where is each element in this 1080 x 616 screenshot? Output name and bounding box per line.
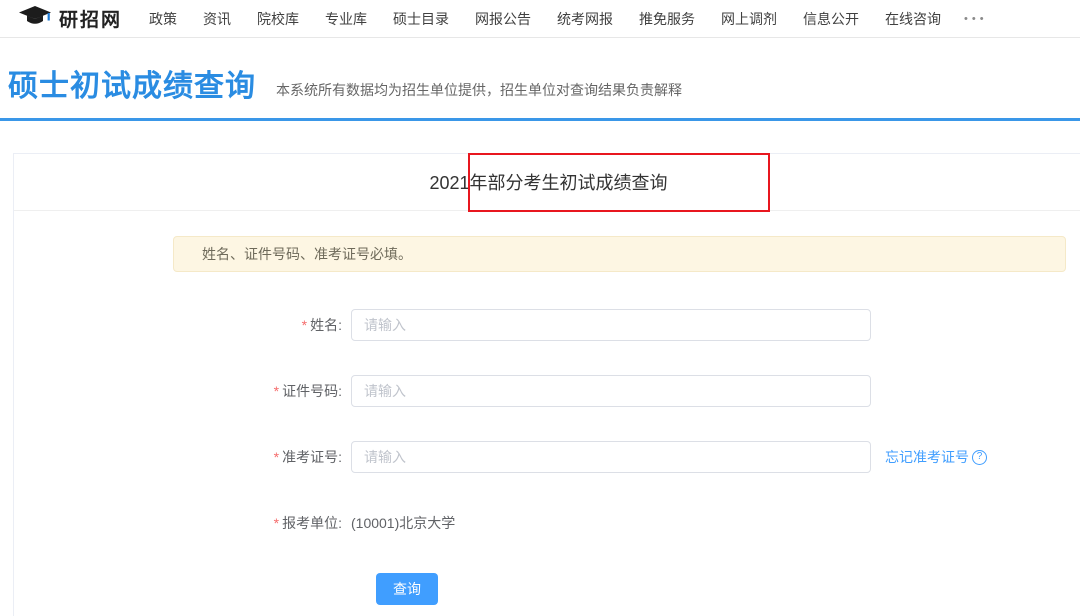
required-asterisk: * xyxy=(274,383,279,399)
nav-item-policy[interactable]: 政策 xyxy=(136,9,190,29)
form-row-ticket-number: *准考证号: 忘记准考证号? xyxy=(14,441,1080,473)
score-query-card: 2021年部分考生初试成绩查询 姓名、证件号码、准考证号必填。 *姓名: *证件… xyxy=(13,153,1080,616)
page-title: 硕士初试成绩查询 xyxy=(8,61,256,105)
form-row-id-number: *证件号码: xyxy=(14,375,1080,407)
name-input[interactable] xyxy=(351,309,871,341)
nav-item-master-catalog[interactable]: 硕士目录 xyxy=(380,9,462,29)
graduation-cap-icon xyxy=(18,5,52,32)
nav-item-unified-exam-registration[interactable]: 统考网报 xyxy=(544,9,626,29)
page-header: 硕士初试成绩查询 本系统所有数据均为招生单位提供，招生单位对查询结果负责解释 xyxy=(0,38,1080,118)
nav-item-more[interactable]: ••• xyxy=(954,13,998,25)
nav-menu: 政策 资讯 院校库 专业库 硕士目录 网报公告 统考网报 推免服务 网上调剂 信… xyxy=(136,9,998,29)
required-asterisk: * xyxy=(302,317,307,333)
form-row-target-institution: *报考单位: (10001)北京大学 xyxy=(14,507,1080,539)
nav-item-online-consult[interactable]: 在线咨询 xyxy=(872,9,954,29)
name-field-label: *姓名: xyxy=(14,315,351,335)
required-asterisk: * xyxy=(274,449,279,465)
nav-item-online-adjustment[interactable]: 网上调剂 xyxy=(708,9,790,29)
site-logo[interactable]: 研招网 xyxy=(18,5,122,32)
notice-banner: 姓名、证件号码、准考证号必填。 xyxy=(173,236,1066,272)
target-institution-field-label: *报考单位: xyxy=(14,513,351,533)
nav-item-report-notice[interactable]: 网报公告 xyxy=(462,9,544,29)
page-subtitle: 本系统所有数据均为招生单位提供，招生单位对查询结果负责解释 xyxy=(276,80,682,100)
nav-item-major-library[interactable]: 专业库 xyxy=(312,9,380,29)
id-number-field-label: *证件号码: xyxy=(14,381,351,401)
logo-text: 研招网 xyxy=(59,5,122,32)
query-button[interactable]: 查询 xyxy=(376,573,438,605)
forgot-ticket-link[interactable]: 忘记准考证号? xyxy=(885,447,987,467)
card-title: 2021年部分考生初试成绩查询 xyxy=(429,169,667,195)
form-row-name: *姓名: xyxy=(14,309,1080,341)
required-asterisk: * xyxy=(274,515,279,531)
blue-divider xyxy=(0,118,1080,121)
score-query-form: *姓名: *证件号码: *准考证号: 忘记准考证号? *报考单位: (10001… xyxy=(14,309,1080,605)
nav-item-info-disclosure[interactable]: 信息公开 xyxy=(790,9,872,29)
card-header: 2021年部分考生初试成绩查询 xyxy=(14,154,1080,211)
nav-item-news[interactable]: 资讯 xyxy=(190,9,244,29)
nav-item-college-library[interactable]: 院校库 xyxy=(244,9,312,29)
top-nav: 研招网 政策 资讯 院校库 专业库 硕士目录 网报公告 统考网报 推免服务 网上… xyxy=(0,0,1080,38)
nav-item-exemption-service[interactable]: 推免服务 xyxy=(626,9,708,29)
ticket-number-field-label: *准考证号: xyxy=(14,447,351,467)
target-institution-value: (10001)北京大学 xyxy=(351,513,455,533)
id-number-input[interactable] xyxy=(351,375,871,407)
ticket-number-input[interactable] xyxy=(351,441,871,473)
question-circle-icon: ? xyxy=(972,450,987,465)
